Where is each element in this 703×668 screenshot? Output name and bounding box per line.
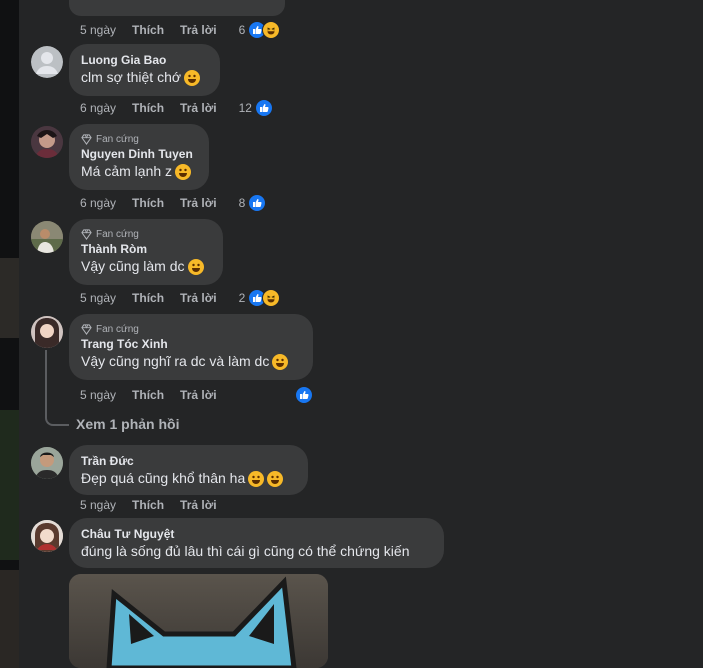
view-replies-link[interactable]: Xem 1 phản hồi — [76, 416, 179, 432]
thread-line — [45, 350, 69, 426]
comment-text-row: Đẹp quá cũng khổ thân ha — [81, 469, 296, 488]
scrollbar[interactable] — [695, 0, 703, 668]
reaction-count: 6 — [238, 23, 246, 37]
rofl-emoji-icon — [184, 69, 201, 86]
grinning-emoji-icon — [267, 470, 284, 487]
comment-text: đúng là sống đủ lâu thì cái gì cũng có t… — [81, 543, 410, 559]
reaction-summary[interactable]: 6 — [239, 21, 281, 39]
fan-badge-label: Fan cứng — [96, 133, 139, 145]
comment-author[interactable]: Châu Tư Nguyệt — [81, 526, 432, 542]
comment-actions: 5 ngày Thích Trả lời — [80, 386, 313, 404]
comment-author[interactable]: Luong Gia Bao — [81, 52, 208, 68]
grinning-emoji-icon — [248, 470, 265, 487]
avatar[interactable] — [31, 316, 63, 348]
comment-time[interactable]: 6 ngày — [80, 196, 116, 210]
background-page-strip — [0, 0, 19, 668]
reaction-summary[interactable] — [295, 386, 313, 404]
haha-icon — [262, 21, 281, 39]
comment-time[interactable]: 5 ngày — [80, 291, 116, 305]
grinning-emoji-icon — [272, 353, 289, 370]
comment-bubble: Luong Gia Bao clm sợ thiệt chớ — [69, 44, 220, 96]
reply-button[interactable]: Trả lời — [180, 388, 217, 402]
comment-time[interactable]: 6 ngày — [80, 101, 116, 115]
cat-illustration — [106, 576, 297, 668]
reply-button[interactable]: Trả lời — [180, 101, 217, 115]
like-icon — [295, 386, 313, 404]
comment-text: clm sợ thiệt chớ — [81, 69, 182, 85]
like-icon — [254, 99, 273, 117]
fan-badge-label: Fan cứng — [96, 323, 139, 335]
like-button[interactable]: Thích — [132, 388, 164, 402]
comment-text: Đẹp quá cũng khổ thân ha — [81, 470, 246, 486]
comment-time[interactable]: 5 ngày — [80, 498, 116, 512]
comment-actions: 5 ngày Thích Trả lời 6 — [80, 21, 281, 39]
reply-button[interactable]: Trả lời — [180, 23, 217, 37]
avatar[interactable] — [31, 520, 63, 552]
avatar[interactable] — [31, 126, 63, 158]
reply-button[interactable]: Trả lời — [180, 291, 217, 305]
comment-text-row: Má cảm lạnh z — [81, 162, 197, 181]
comment-author[interactable]: Trần Đức — [81, 453, 296, 469]
comment-bubble: Fan cứng Nguyen Dinh Tuyen Má cảm lạnh z — [69, 124, 209, 190]
diamond-icon — [81, 133, 92, 145]
reaction-count: 2 — [238, 291, 246, 305]
comment-bubble: Fan cứng Trang Tóc Xinh Vậy cũng nghĩ ra… — [69, 314, 313, 380]
comment-bubble: Trần Đức Đẹp quá cũng khổ thân ha — [69, 445, 308, 495]
reply-button[interactable]: Trả lời — [180, 196, 217, 210]
comment-text-row: Vậy cũng nghĩ ra dc và làm dc — [81, 352, 301, 371]
like-button[interactable]: Thích — [132, 498, 164, 512]
like-button[interactable]: Thích — [132, 291, 164, 305]
like-button[interactable]: Thích — [132, 23, 164, 37]
comment-image-partial[interactable] — [69, 0, 285, 16]
comment-actions: 5 ngày Thích Trả lời — [80, 497, 233, 513]
reaction-count: 12 — [238, 101, 252, 115]
avatar[interactable] — [31, 221, 63, 253]
comment-time[interactable]: 5 ngày — [80, 388, 116, 402]
diamond-icon — [81, 228, 92, 240]
comment-text-row: Vậy cũng làm dc — [81, 257, 211, 276]
comment-text-row: đúng là sống đủ lâu thì cái gì cũng có t… — [81, 542, 432, 561]
grinning-emoji-icon — [187, 258, 204, 275]
reply-button[interactable]: Trả lời — [180, 498, 217, 512]
reaction-summary[interactable]: 8 — [239, 194, 267, 212]
comment-bubble: Fan cứng Thành Ròm Vậy cũng làm dc — [69, 219, 223, 285]
like-button[interactable]: Thích — [132, 101, 164, 115]
comment-text: Vậy cũng nghĩ ra dc và làm dc — [81, 353, 270, 369]
reaction-summary[interactable]: 12 — [239, 99, 273, 117]
fan-badge-label: Fan cứng — [96, 228, 139, 240]
reaction-count: 8 — [238, 196, 246, 210]
comment-actions: 6 ngày Thích Trả lời 12 — [80, 99, 273, 117]
comment-image[interactable] — [69, 574, 328, 668]
rofl-emoji-icon — [175, 163, 192, 180]
comment-text: Má cảm lạnh z — [81, 163, 173, 179]
like-button[interactable]: Thích — [132, 196, 164, 210]
avatar[interactable] — [31, 46, 63, 78]
diamond-icon — [81, 323, 92, 335]
haha-icon — [262, 289, 281, 307]
like-icon — [248, 194, 267, 212]
comments-panel: 5 ngày Thích Trả lời 6 Luong Gia Bao clm… — [19, 0, 703, 668]
comment-text-row: clm sợ thiệt chớ — [81, 68, 208, 87]
comment-text: Vậy cũng làm dc — [81, 258, 185, 274]
fan-badge: Fan cứng — [81, 322, 301, 336]
comment-bubble: Châu Tư Nguyệt đúng là sống đủ lâu thì c… — [69, 518, 444, 568]
comment-actions: 6 ngày Thích Trả lời 8 — [80, 194, 267, 212]
comment-author[interactable]: Thành Ròm — [81, 241, 211, 257]
comment-author[interactable]: Nguyen Dinh Tuyen — [81, 146, 197, 162]
fan-badge: Fan cứng — [81, 227, 211, 241]
avatar[interactable] — [31, 447, 63, 479]
comment-time[interactable]: 5 ngày — [80, 23, 116, 37]
reaction-summary[interactable]: 2 — [239, 289, 281, 307]
fan-badge: Fan cứng — [81, 132, 197, 146]
comment-author[interactable]: Trang Tóc Xinh — [81, 336, 301, 352]
comment-actions: 5 ngày Thích Trả lời 2 — [80, 289, 281, 307]
